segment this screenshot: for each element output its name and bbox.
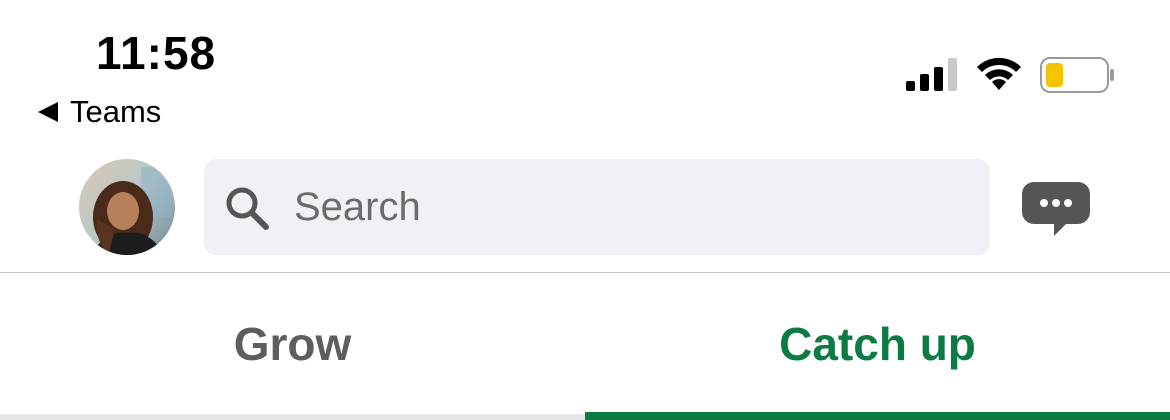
search-placeholder: Search xyxy=(294,185,421,229)
tab-grow[interactable]: Grow xyxy=(0,273,585,420)
profile-avatar[interactable] xyxy=(79,159,175,255)
status-time: 11:58 xyxy=(96,27,217,79)
tab-catch-up-label: Catch up xyxy=(779,318,976,370)
tab-catch-up[interactable]: Catch up xyxy=(585,273,1170,420)
tab-grow-label: Grow xyxy=(233,318,352,370)
screen: 11:58 Teams Search Grow Catch up xyxy=(0,0,1170,420)
chat-bubble-icon[interactable] xyxy=(1020,180,1092,238)
search-icon xyxy=(226,187,269,230)
back-label: Teams xyxy=(70,94,162,129)
back-arrow-icon xyxy=(38,102,58,122)
battery-icon xyxy=(1040,57,1114,93)
tab-grow-underline xyxy=(0,414,585,420)
wifi-icon xyxy=(977,57,1021,90)
back-to-teams-button[interactable]: Teams xyxy=(38,94,161,130)
tab-active-indicator xyxy=(585,412,1170,420)
avatar-image xyxy=(79,159,175,255)
cellular-signal-icon xyxy=(906,57,960,91)
search-bar[interactable]: Search xyxy=(204,159,990,255)
